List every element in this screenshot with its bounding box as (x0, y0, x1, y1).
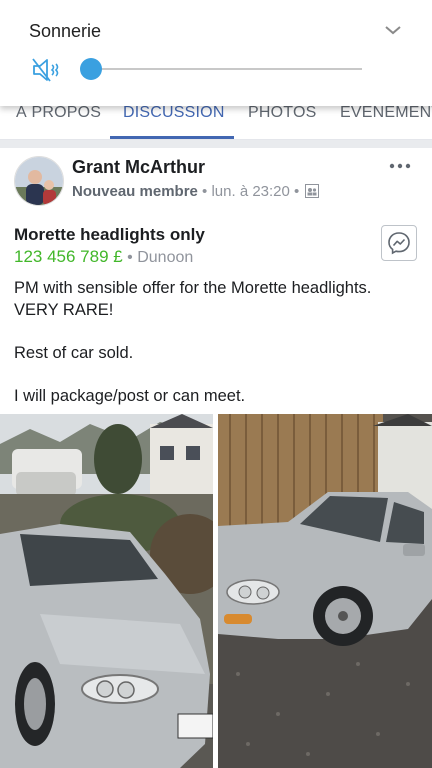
tab-events[interactable]: ÉVÉNEMENT (340, 104, 432, 122)
tab-discussion[interactable]: DISCUSSION (123, 104, 225, 122)
location-separator: • (122, 249, 138, 266)
listing-location: Dunoon (137, 249, 194, 266)
tab-photos[interactable]: PHOTOS (248, 104, 316, 122)
car-front-photo[interactable] (0, 414, 213, 768)
chevron-down-icon[interactable] (383, 22, 403, 38)
post-body: PM with sensible offer for the Morette h… (14, 278, 414, 407)
post-meta: Nouveau membre • lun. à 23:20 • (72, 183, 320, 200)
post-paragraph: PM with sensible offer for the Morette h… (14, 279, 372, 319)
volume-panel: Sonnerie (0, 0, 432, 106)
volume-title: Sonnerie (29, 21, 102, 41)
tab-about[interactable]: À PROPOS (16, 104, 101, 122)
post-timestamp[interactable]: lun. à 23:20 (211, 183, 289, 200)
author-name[interactable]: Grant McArthur (72, 157, 205, 178)
messenger-button[interactable] (381, 225, 417, 261)
volume-slider-thumb[interactable] (80, 58, 102, 80)
meta-separator: • (294, 183, 304, 200)
speaker-muted-icon[interactable] (31, 56, 63, 84)
volume-slider[interactable] (80, 58, 362, 80)
listing-price-line: 123 456 789 £ • Dunoon (14, 247, 193, 267)
messenger-icon (388, 232, 410, 255)
more-options-icon[interactable] (386, 158, 414, 176)
post-paragraph: I will package/post or can meet. (14, 386, 246, 405)
active-tab-indicator (110, 136, 234, 139)
post-paragraph: Rest of car sold. (14, 343, 134, 362)
car-side-photo[interactable] (218, 414, 432, 768)
listing-price: 123 456 789 £ (14, 247, 123, 266)
feed-separator (0, 140, 432, 148)
member-badge: Nouveau membre (72, 183, 198, 200)
avatar[interactable] (14, 156, 64, 206)
group-icon (305, 184, 320, 198)
listing-title[interactable]: Morette headlights only (14, 225, 205, 245)
